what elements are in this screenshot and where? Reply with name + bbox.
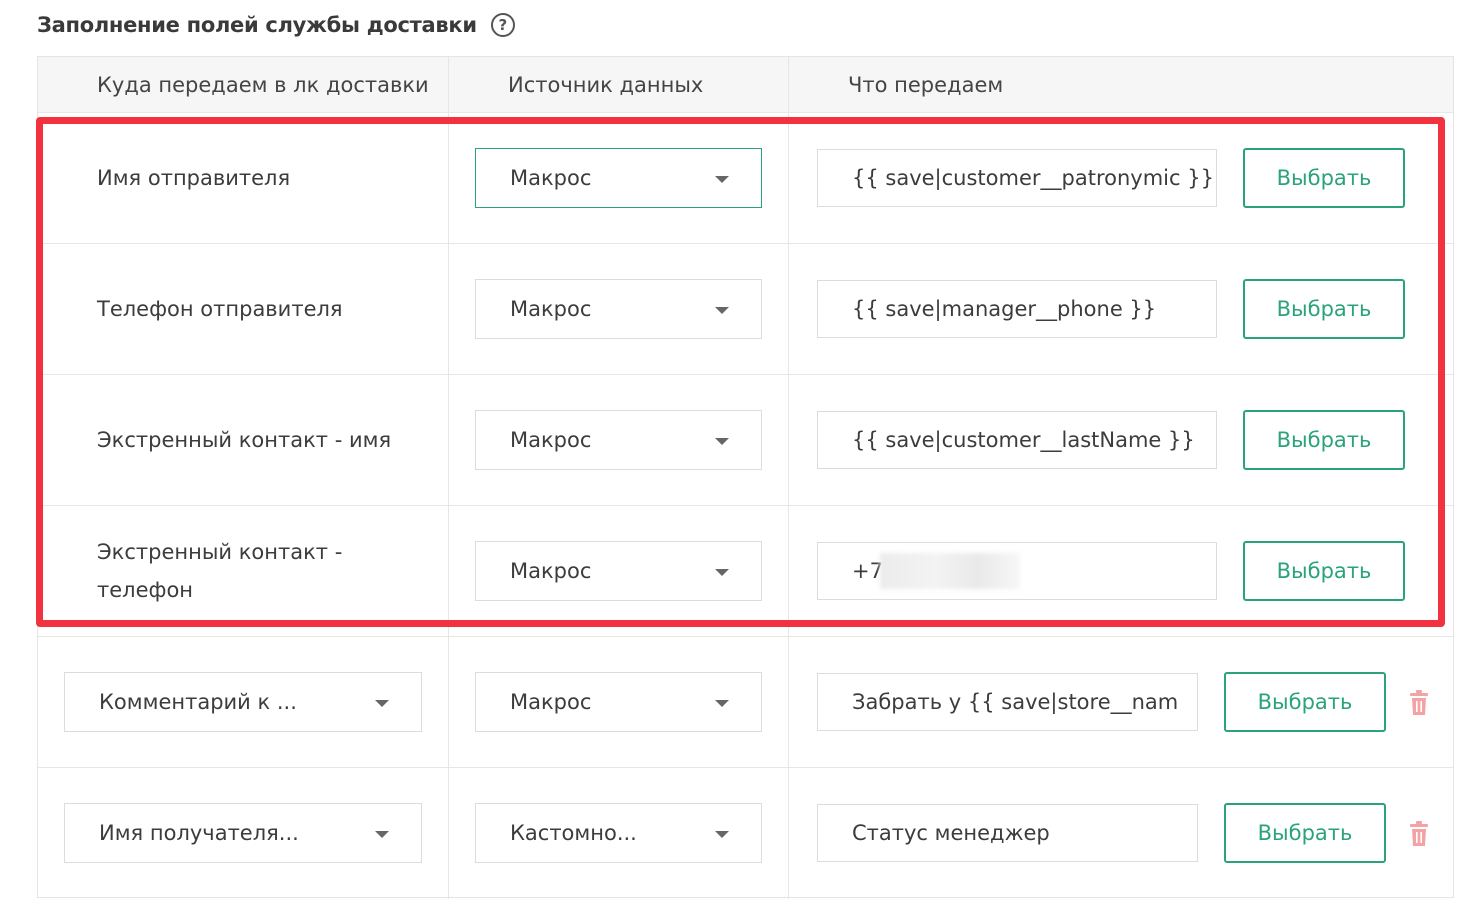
table-row: Экстренный контакт - телефон Макрос +7 В… (38, 506, 1453, 637)
source-select-value: Макрос (510, 297, 592, 321)
choose-button[interactable]: Выбрать (1243, 541, 1405, 601)
source-select[interactable]: Макрос (475, 541, 762, 601)
choose-button[interactable]: Выбрать (1243, 410, 1405, 470)
chevron-down-icon (715, 307, 729, 314)
column-divider (788, 637, 789, 767)
table-row: Имя отправителя Макрос {{ save|customer_… (38, 113, 1453, 244)
row-label: Телефон отправителя (97, 297, 343, 321)
source-select-value: Макрос (510, 690, 592, 714)
table-row: Имя получателя... Кастомно... Статус мен… (38, 768, 1453, 899)
column-divider (448, 768, 449, 899)
table-row: Телефон отправителя Макрос {{ save|manag… (38, 244, 1453, 375)
column-divider (448, 57, 449, 112)
row-label-line: телефон (97, 578, 194, 602)
chevron-down-icon (375, 831, 389, 838)
column-divider (448, 113, 449, 243)
value-input-text: Статус менеджер (852, 821, 1050, 845)
value-input[interactable]: {{ save|customer__patronymic }} (817, 149, 1217, 207)
choose-button[interactable]: Выбрать (1224, 672, 1386, 732)
value-input-text: Забрать у {{ save|store__nam (852, 690, 1179, 714)
chevron-down-icon (715, 831, 729, 838)
value-input-text: +7 (852, 559, 883, 583)
redacted-phone (880, 553, 1020, 589)
source-select[interactable]: Макрос (475, 279, 762, 339)
value-input-text: {{ save|customer__lastName }} (852, 428, 1195, 452)
source-select-value: Макрос (510, 166, 592, 190)
source-select[interactable]: Кастомно... (475, 803, 762, 863)
choose-button[interactable]: Выбрать (1224, 803, 1386, 863)
header-destination: Куда передаем в лк доставки (97, 73, 429, 97)
value-input[interactable]: Забрать у {{ save|store__nam (817, 673, 1198, 731)
destination-field-value: Комментарий к ... (99, 690, 297, 714)
destination-field-select[interactable]: Имя получателя... (64, 803, 422, 863)
source-select[interactable]: Макрос (475, 672, 762, 732)
table-row: Экстренный контакт - имя Макрос {{ save|… (38, 375, 1453, 506)
row-label: Экстренный контакт - телефон (97, 533, 342, 609)
section-title-text: Заполнение полей службы доставки (37, 13, 477, 37)
row-label-line: Экстренный контакт - (97, 540, 343, 564)
row-label: Имя отправителя (97, 166, 291, 190)
table-row: Комментарий к ... Макрос Забрать у {{ sa… (38, 637, 1453, 768)
value-input-text: {{ save|manager__phone }} (852, 297, 1157, 321)
column-divider (788, 768, 789, 899)
help-icon[interactable]: ? (490, 13, 515, 37)
column-divider (448, 375, 449, 505)
chevron-down-icon (715, 569, 729, 576)
source-select[interactable]: Макрос (475, 148, 762, 208)
value-input[interactable]: {{ save|customer__lastName }} (817, 411, 1217, 469)
value-input-text: {{ save|customer__patronymic }} (852, 166, 1214, 190)
column-divider (788, 244, 789, 374)
table-header: Куда передаем в лк доставки Источник дан… (38, 57, 1453, 113)
source-select[interactable]: Макрос (475, 410, 762, 470)
source-select-value: Кастомно... (510, 821, 637, 845)
value-input[interactable]: Статус менеджер (817, 804, 1198, 862)
header-source: Источник данных (508, 73, 704, 97)
trash-icon[interactable] (1408, 821, 1430, 847)
header-value: Что передаем (848, 73, 1004, 97)
destination-field-value: Имя получателя... (99, 821, 299, 845)
trash-icon[interactable] (1408, 690, 1430, 716)
column-divider (788, 375, 789, 505)
chevron-down-icon (715, 700, 729, 707)
source-select-value: Макрос (510, 559, 592, 583)
choose-button[interactable]: Выбрать (1243, 279, 1405, 339)
column-divider (788, 113, 789, 243)
row-label: Экстренный контакт - имя (97, 428, 392, 452)
chevron-down-icon (715, 176, 729, 183)
chevron-down-icon (715, 438, 729, 445)
source-select-value: Макрос (510, 428, 592, 452)
delivery-fields-table: Куда передаем в лк доставки Источник дан… (37, 56, 1454, 899)
column-divider (788, 506, 789, 636)
column-divider (788, 57, 789, 112)
column-divider (448, 244, 449, 374)
section-title: Заполнение полей службы доставки ? (37, 8, 515, 42)
column-divider (448, 506, 449, 636)
value-input[interactable]: +7 (817, 542, 1217, 600)
choose-button[interactable]: Выбрать (1243, 148, 1405, 208)
destination-field-select[interactable]: Комментарий к ... (64, 672, 422, 732)
chevron-down-icon (375, 700, 389, 707)
column-divider (448, 637, 449, 767)
value-input[interactable]: {{ save|manager__phone }} (817, 280, 1217, 338)
